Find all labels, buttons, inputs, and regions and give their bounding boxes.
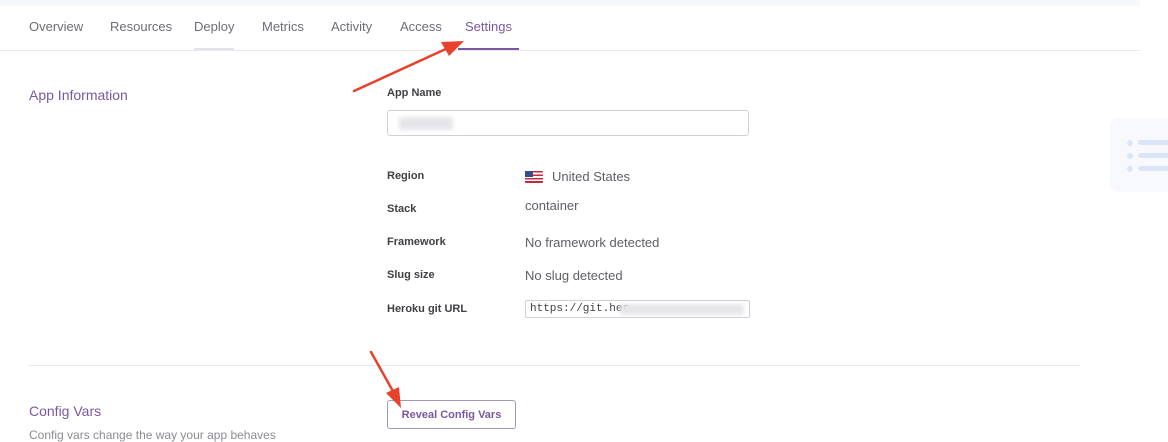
- app-tab-bar: Overview Resources Deploy Metrics Activi…: [0, 6, 1140, 51]
- framework-value: No framework detected: [525, 235, 660, 250]
- config-vars-title: Config Vars: [29, 403, 102, 419]
- tab-deploy[interactable]: Deploy: [194, 6, 235, 50]
- us-flag-icon: [525, 170, 543, 183]
- list-icon-line: [1138, 140, 1168, 145]
- config-vars-description: Config vars change the way your app beha…: [29, 428, 276, 442]
- tab-access[interactable]: Access: [400, 6, 442, 49]
- tab-activity[interactable]: Activity: [331, 6, 372, 49]
- slug-size-value: No slug detected: [525, 268, 623, 283]
- list-icon-dot: [1127, 140, 1133, 146]
- app-name-label: App Name: [387, 87, 442, 99]
- stack-value: container: [525, 198, 579, 213]
- app-information-title: App Information: [29, 87, 128, 103]
- reveal-config-vars-button[interactable]: Reveal Config Vars: [387, 400, 516, 429]
- list-icon-dot: [1127, 153, 1133, 159]
- region-value: United States: [525, 169, 630, 184]
- floating-menu-widget[interactable]: [1110, 118, 1168, 192]
- framework-label: Framework: [387, 236, 446, 248]
- tab-overview[interactable]: Overview: [29, 6, 83, 49]
- list-icon-dot: [1127, 166, 1133, 172]
- region-label: Region: [387, 170, 425, 182]
- tab-settings[interactable]: Settings: [458, 6, 519, 50]
- slug-size-label: Slug size: [387, 269, 435, 281]
- list-icon-line: [1138, 153, 1168, 158]
- app-name-redaction: [399, 117, 453, 130]
- tab-resources[interactable]: Resources: [110, 6, 172, 49]
- annotation-arrows: [352, 41, 464, 408]
- region-text: United States: [552, 169, 631, 184]
- git-url-redaction: [620, 304, 744, 315]
- stack-label: Stack: [387, 203, 417, 215]
- heroku-git-url-label: Heroku git URL: [387, 303, 468, 315]
- tab-metrics[interactable]: Metrics: [262, 6, 304, 49]
- section-divider: [29, 365, 1080, 366]
- list-icon-line: [1138, 166, 1168, 171]
